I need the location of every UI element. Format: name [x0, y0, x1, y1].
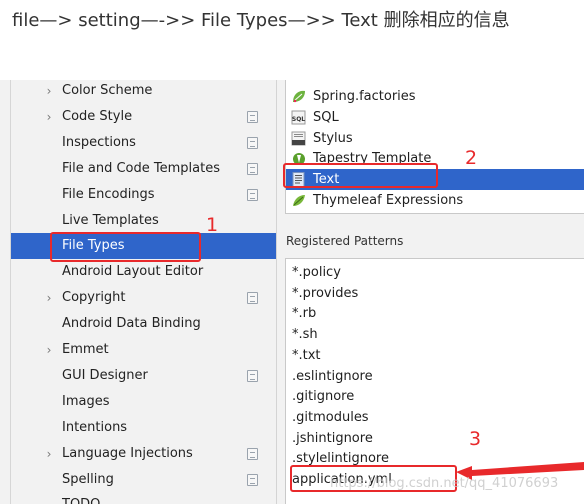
- chevron-right-icon[interactable]: ›: [43, 285, 55, 311]
- annotation-number-2: 2: [465, 147, 478, 169]
- pattern-item[interactable]: .eslintignore: [292, 366, 582, 387]
- settings-window: › Color Scheme › Code Style Inspections File …: [0, 80, 584, 504]
- project-scope-icon: [247, 162, 258, 175]
- watermark: https://blog.csdn.net/qq_41076693: [330, 476, 559, 491]
- project-scope-icon: [247, 369, 258, 382]
- tree-item-label: Emmet: [62, 342, 109, 357]
- file-type-thymeleaf-expressions[interactable]: Thymeleaf Expressions: [286, 190, 584, 211]
- tree-item-label: File and Code Templates: [62, 160, 220, 176]
- tree-item-inspections[interactable]: Inspections: [11, 130, 276, 156]
- tree-item-label: Spelling: [62, 471, 114, 487]
- svg-text:SQL: SQL: [292, 116, 305, 123]
- tree-item-file-encodings[interactable]: File Encodings: [11, 182, 276, 208]
- tree-item-color-scheme[interactable]: › Color Scheme: [11, 80, 276, 104]
- file-type-label: Stylus: [313, 130, 353, 146]
- chevron-right-icon[interactable]: ›: [43, 337, 55, 363]
- tree-item-file-and-code-templates[interactable]: File and Code Templates: [11, 156, 276, 182]
- chevron-right-icon[interactable]: ›: [43, 80, 55, 104]
- tree-item-todo[interactable]: TODO: [11, 492, 276, 504]
- tree-item-emmet[interactable]: › Emmet: [11, 337, 276, 363]
- tree-item-android-layout-editor[interactable]: Android Layout Editor: [11, 259, 276, 285]
- thymeleaf-icon: [291, 193, 307, 208]
- tree-item-images[interactable]: Images: [11, 389, 276, 415]
- project-scope-icon: [247, 188, 258, 201]
- stylus-file-icon: [291, 131, 307, 146]
- annotation-box-text: [283, 163, 438, 188]
- page-caption: file—> setting—->> File Types—>> Text 删除…: [12, 10, 510, 31]
- file-type-stylus[interactable]: Stylus: [286, 128, 584, 149]
- tree-item-copyright[interactable]: › Copyright: [11, 285, 276, 311]
- file-type-label: SQL: [313, 109, 339, 125]
- tree-item-intentions[interactable]: Intentions: [11, 415, 276, 441]
- annotation-box-file-types: [50, 232, 201, 262]
- tree-item-label: Code Style: [62, 108, 133, 124]
- file-type-label: Thymeleaf Expressions: [313, 193, 464, 208]
- tree-item-label: Live Templates: [62, 212, 159, 228]
- tree-item-label: Android Layout Editor: [62, 264, 204, 280]
- tree-item-label: File Encodings: [62, 186, 155, 202]
- pattern-item[interactable]: .gitignore: [292, 386, 582, 407]
- tree-item-code-style[interactable]: › Code Style: [11, 104, 276, 130]
- project-scope-icon: [247, 292, 258, 305]
- pattern-item[interactable]: *.sh: [292, 324, 582, 345]
- project-scope-icon: [247, 110, 258, 123]
- pattern-item[interactable]: *.policy: [292, 262, 582, 283]
- project-scope-icon: [247, 136, 258, 149]
- tree-item-label: Color Scheme: [62, 83, 153, 98]
- annotation-number-1: 1: [206, 214, 219, 236]
- chevron-right-icon[interactable]: ›: [43, 104, 55, 130]
- tree-item-label: Inspections: [62, 134, 136, 150]
- file-types-panel: Spring.factories SQL SQL Stylus Tapestry Tem…: [277, 80, 584, 504]
- spring-leaf-icon: [291, 89, 307, 104]
- annotation-number-3: 3: [469, 428, 482, 450]
- pattern-item[interactable]: .gitmodules: [292, 407, 582, 428]
- tree-item-label: Intentions: [62, 419, 128, 435]
- tree-item-label: TODO: [62, 492, 100, 504]
- tree-item-label: Copyright: [62, 290, 126, 306]
- chevron-right-icon[interactable]: ›: [43, 441, 55, 467]
- sql-file-icon: SQL: [291, 110, 307, 125]
- tree-item-language-injections[interactable]: › Language Injections: [11, 441, 276, 467]
- project-scope-icon: [247, 447, 258, 460]
- pattern-item[interactable]: *.txt: [292, 345, 582, 366]
- tree-item-label: Language Injections: [62, 445, 193, 461]
- file-type-label: Spring.factories: [313, 89, 416, 104]
- tree-item-gui-designer[interactable]: GUI Designer: [11, 363, 276, 389]
- tree-item-live-templates[interactable]: Live Templates: [11, 208, 276, 234]
- settings-tree[interactable]: › Color Scheme › Code Style Inspections File …: [10, 80, 276, 504]
- recognized-file-types-list[interactable]: Spring.factories SQL SQL Stylus Tapestry Tem…: [285, 80, 584, 214]
- tree-item-spelling[interactable]: Spelling: [11, 467, 276, 493]
- tree-item-label: GUI Designer: [62, 367, 148, 383]
- tree-item-android-data-binding[interactable]: Android Data Binding: [11, 311, 276, 337]
- pattern-item[interactable]: *.provides: [292, 283, 582, 304]
- tree-item-label: Android Data Binding: [62, 316, 201, 332]
- tree-item-label: Images: [62, 393, 110, 409]
- pattern-item[interactable]: .jshintignore: [292, 428, 582, 449]
- project-scope-icon: [247, 473, 258, 486]
- file-type-sql[interactable]: SQL SQL: [286, 107, 584, 128]
- file-type-spring-factories[interactable]: Spring.factories: [286, 86, 584, 107]
- registered-patterns-label: Registered Patterns: [286, 234, 404, 248]
- pattern-item[interactable]: *.rb: [292, 303, 582, 324]
